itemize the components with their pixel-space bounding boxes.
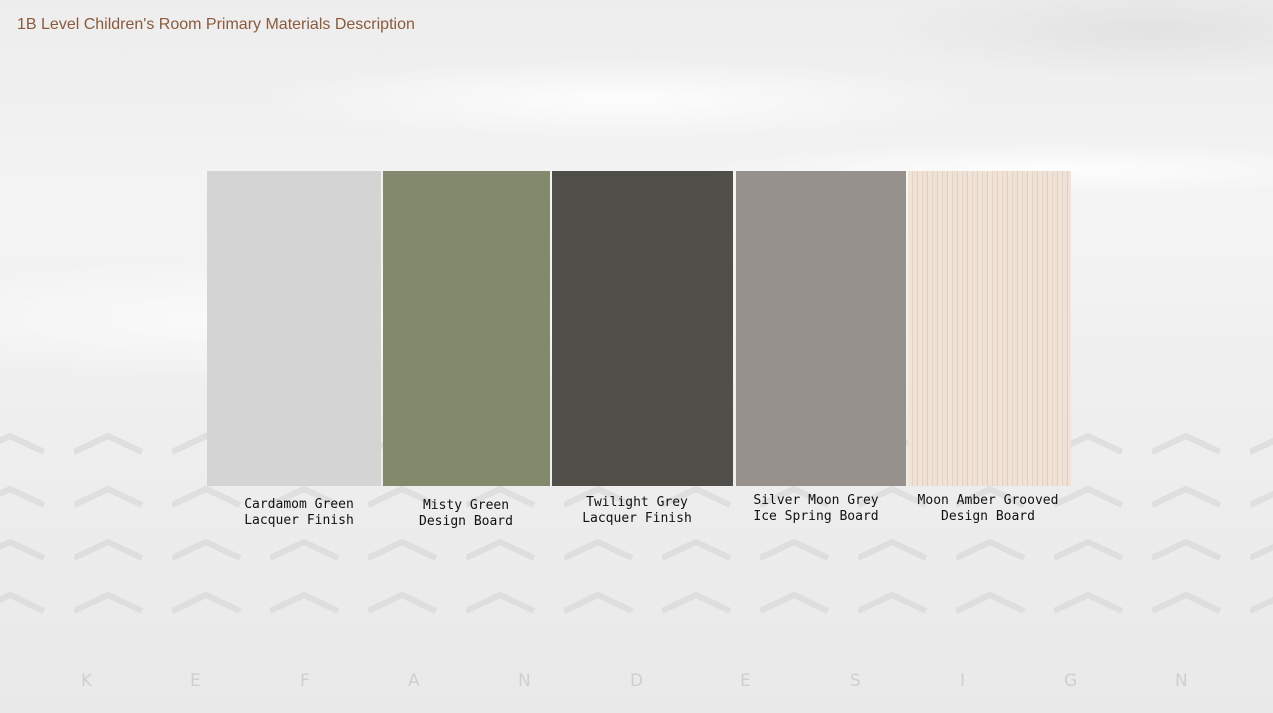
material-label-line-2: Lacquer Finish — [582, 511, 692, 526]
material-swatch-moon-amber-grooved — [908, 171, 1071, 486]
brand-letter: G — [1064, 671, 1078, 691]
material-label-line-1: Misty Green — [422, 498, 510, 513]
material-label-cardamom-green: Cardamom Green Lacquer Finish — [229, 497, 369, 529]
material-swatch-cardamom-green — [207, 171, 381, 486]
brand-letter: A — [408, 671, 420, 691]
page-title: 1B Level Children's Room Primary Materia… — [17, 16, 415, 33]
material-swatch-twilight-grey — [552, 171, 733, 486]
brand-letter: K — [81, 671, 93, 691]
brand-letter: N — [518, 671, 531, 691]
material-label-line-1: Moon Amber Grooved — [917, 493, 1059, 508]
material-swatch-silver-moon-grey — [736, 171, 906, 486]
material-label-moon-amber-grooved: Moon Amber Grooved Design Board — [908, 493, 1068, 525]
brand-letter: F — [300, 671, 310, 691]
brand-letter: S — [850, 671, 861, 691]
material-label-misty-green: Misty Green Design Board — [398, 498, 534, 530]
brand-letter: E — [190, 671, 201, 691]
material-label-line-1: Cardamom Green — [244, 497, 354, 512]
material-swatch-misty-green — [383, 171, 550, 486]
material-label-line-1: Silver Moon Grey — [753, 493, 879, 508]
material-label-line-2: Ice Spring Board — [753, 509, 879, 524]
material-label-twilight-grey: Twilight Grey Lacquer Finish — [567, 495, 707, 527]
material-label-line-2: Lacquer Finish — [244, 513, 354, 528]
brand-letter: D — [630, 671, 644, 691]
brand-letter: E — [740, 671, 751, 691]
material-label-silver-moon-grey: Silver Moon Grey Ice Spring Board — [746, 493, 886, 525]
brand-letter: N — [1175, 671, 1188, 691]
material-label-line-2: Design Board — [941, 509, 1035, 524]
brand-letter: I — [960, 671, 966, 691]
material-label-line-1: Twilight Grey — [586, 495, 688, 510]
material-label-line-2: Design Board — [419, 514, 513, 529]
